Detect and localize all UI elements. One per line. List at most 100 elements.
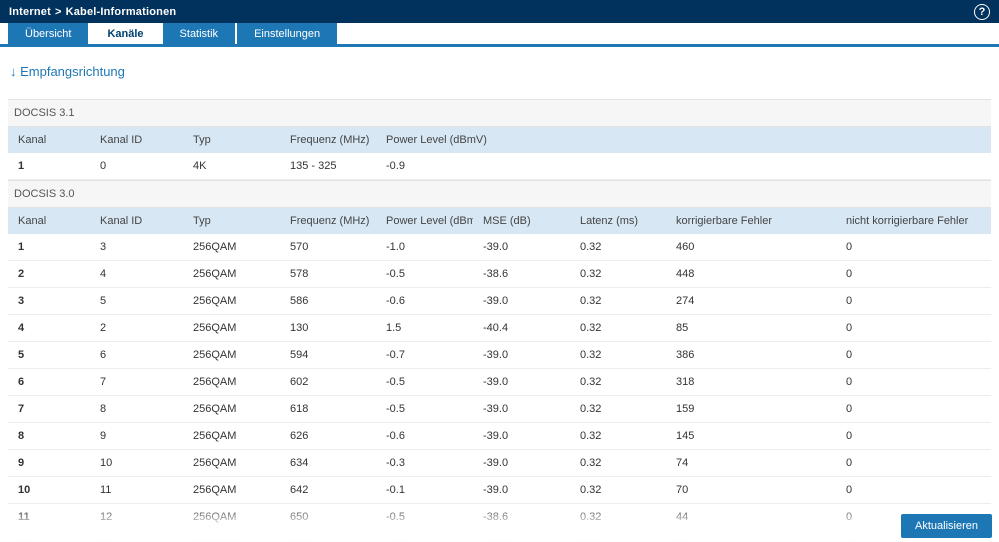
top-bar: Internet > Kabel-Informationen ? <box>0 0 999 23</box>
column-header: Latenz (ms) <box>570 208 666 234</box>
cell: 386 <box>666 341 836 369</box>
cell: 0 <box>836 422 991 450</box>
cell: 5 <box>90 287 183 315</box>
cell: 570 <box>280 234 376 261</box>
table-row: 1 0 4K 135 - 325 -0.9 <box>8 153 991 180</box>
cell: 0.32 <box>570 449 666 477</box>
cell: 0.32 <box>570 234 666 261</box>
cell: 7 <box>90 368 183 396</box>
cell: 0.32 <box>570 260 666 288</box>
refresh-button[interactable]: Aktualisieren <box>901 514 992 538</box>
cell: -39.0 <box>473 341 570 369</box>
cell: 3 <box>8 287 90 315</box>
cell: 256QAM <box>183 260 280 288</box>
cell: 3 <box>90 234 183 261</box>
cell: -39.0 <box>473 234 570 261</box>
cell: 256QAM <box>183 341 280 369</box>
cell: 0.32 <box>570 422 666 450</box>
column-header: nicht korrigierbare Fehler <box>836 208 991 234</box>
cell: -39.0 <box>473 395 570 423</box>
cell: 0 <box>836 260 991 288</box>
cell: 8 <box>8 422 90 450</box>
cell: 256QAM <box>183 476 280 504</box>
column-header: Power Level (dBmV) <box>376 127 991 153</box>
cell: -39.0 <box>473 476 570 504</box>
cell: 256QAM <box>183 422 280 450</box>
cell: 0.32 <box>570 314 666 342</box>
cell: 10 <box>8 476 90 504</box>
cell: 0 <box>836 234 991 261</box>
breadcrumb-page: Kabel-Informationen <box>65 5 177 18</box>
cell: 0.32 <box>570 476 666 504</box>
cell: 0.32 <box>570 341 666 369</box>
cell: 70 <box>666 476 836 504</box>
cell: 7 <box>8 395 90 423</box>
cell: 634 <box>280 449 376 477</box>
column-header: Typ <box>183 127 280 153</box>
tab-kanaele[interactable]: Kanäle <box>90 23 161 44</box>
table-row: 3 5 256QAM 586 -0.6 -39.0 0.32 274 0 <box>8 287 991 315</box>
cell: 256QAM <box>183 234 280 261</box>
cell: 642 <box>280 476 376 504</box>
empfangsrichtung-link[interactable]: ↓ Empfangsrichtung <box>10 64 125 79</box>
cell: 2 <box>8 260 90 288</box>
cell: 1 <box>8 234 90 261</box>
cell: 318 <box>666 368 836 396</box>
cell: 85 <box>666 314 836 342</box>
column-header: Typ <box>183 208 280 234</box>
tab-einstellungen[interactable]: Einstellungen <box>237 23 338 44</box>
cell: 256QAM <box>183 287 280 315</box>
cell: 0 <box>836 368 991 396</box>
cell: -0.6 <box>376 422 473 450</box>
cell: 8 <box>90 395 183 423</box>
table-row: 2 4 256QAM 578 -0.5 -38.6 0.32 448 0 <box>8 260 991 288</box>
cell: 256QAM <box>183 395 280 423</box>
cell: -0.1 <box>376 476 473 504</box>
table-row: 8 9 256QAM 626 -0.6 -39.0 0.32 145 0 <box>8 422 991 450</box>
cell: 256QAM <box>183 449 280 477</box>
tab-statistik[interactable]: Statistik <box>162 23 236 44</box>
column-header: korrigierbare Fehler <box>666 208 836 234</box>
footer: Aktualisieren <box>0 506 999 542</box>
column-header: Kanal <box>8 208 90 234</box>
docsis30-table-wrap: Kanal Kanal ID Typ Frequenz (MHz) Power Leve… <box>8 208 991 542</box>
breadcrumb: Internet > Kabel-Informationen <box>9 6 176 18</box>
cell: 578 <box>280 260 376 288</box>
cell: 602 <box>280 368 376 396</box>
cell: 130 <box>280 314 376 342</box>
docsis31-table: Kanal Kanal ID Typ Frequenz (MHz) Power Leve… <box>8 127 991 180</box>
tab-bar: Übersicht Kanäle Statistik Einstellungen <box>0 23 999 47</box>
cell: -0.5 <box>376 368 473 396</box>
cell: -0.9 <box>376 153 991 180</box>
section-title-docsis30: DOCSIS 3.0 <box>8 180 991 208</box>
table-row: 6 7 256QAM 602 -0.5 -39.0 0.32 318 0 <box>8 368 991 396</box>
cell: 159 <box>666 395 836 423</box>
cell: 1.5 <box>376 314 473 342</box>
breadcrumb-separator: > <box>54 5 62 18</box>
cell: 9 <box>8 449 90 477</box>
cell: 74 <box>666 449 836 477</box>
cell: 9 <box>90 422 183 450</box>
docsis31-header-row: Kanal Kanal ID Typ Frequenz (MHz) Power Leve… <box>8 127 991 153</box>
cell: 274 <box>666 287 836 315</box>
cell: -39.0 <box>473 449 570 477</box>
cell: 460 <box>666 234 836 261</box>
cell: 0.32 <box>570 368 666 396</box>
table-row: 7 8 256QAM 618 -0.5 -39.0 0.32 159 0 <box>8 395 991 423</box>
cell: 0 <box>836 314 991 342</box>
cell: 0 <box>836 449 991 477</box>
cell: 6 <box>90 341 183 369</box>
cell: 586 <box>280 287 376 315</box>
tab-uebersicht[interactable]: Übersicht <box>8 23 89 44</box>
breadcrumb-section[interactable]: Internet <box>9 6 51 18</box>
cell: -0.3 <box>376 449 473 477</box>
cell: 256QAM <box>183 314 280 342</box>
help-icon[interactable]: ? <box>974 3 990 20</box>
cell: 2 <box>90 314 183 342</box>
cell: -0.6 <box>376 287 473 315</box>
cell: 145 <box>666 422 836 450</box>
cell: 4 <box>8 314 90 342</box>
cell: 4K <box>183 153 280 180</box>
docsis30-header-row: Kanal Kanal ID Typ Frequenz (MHz) Power Leve… <box>8 208 991 234</box>
cell: 0 <box>90 153 183 180</box>
